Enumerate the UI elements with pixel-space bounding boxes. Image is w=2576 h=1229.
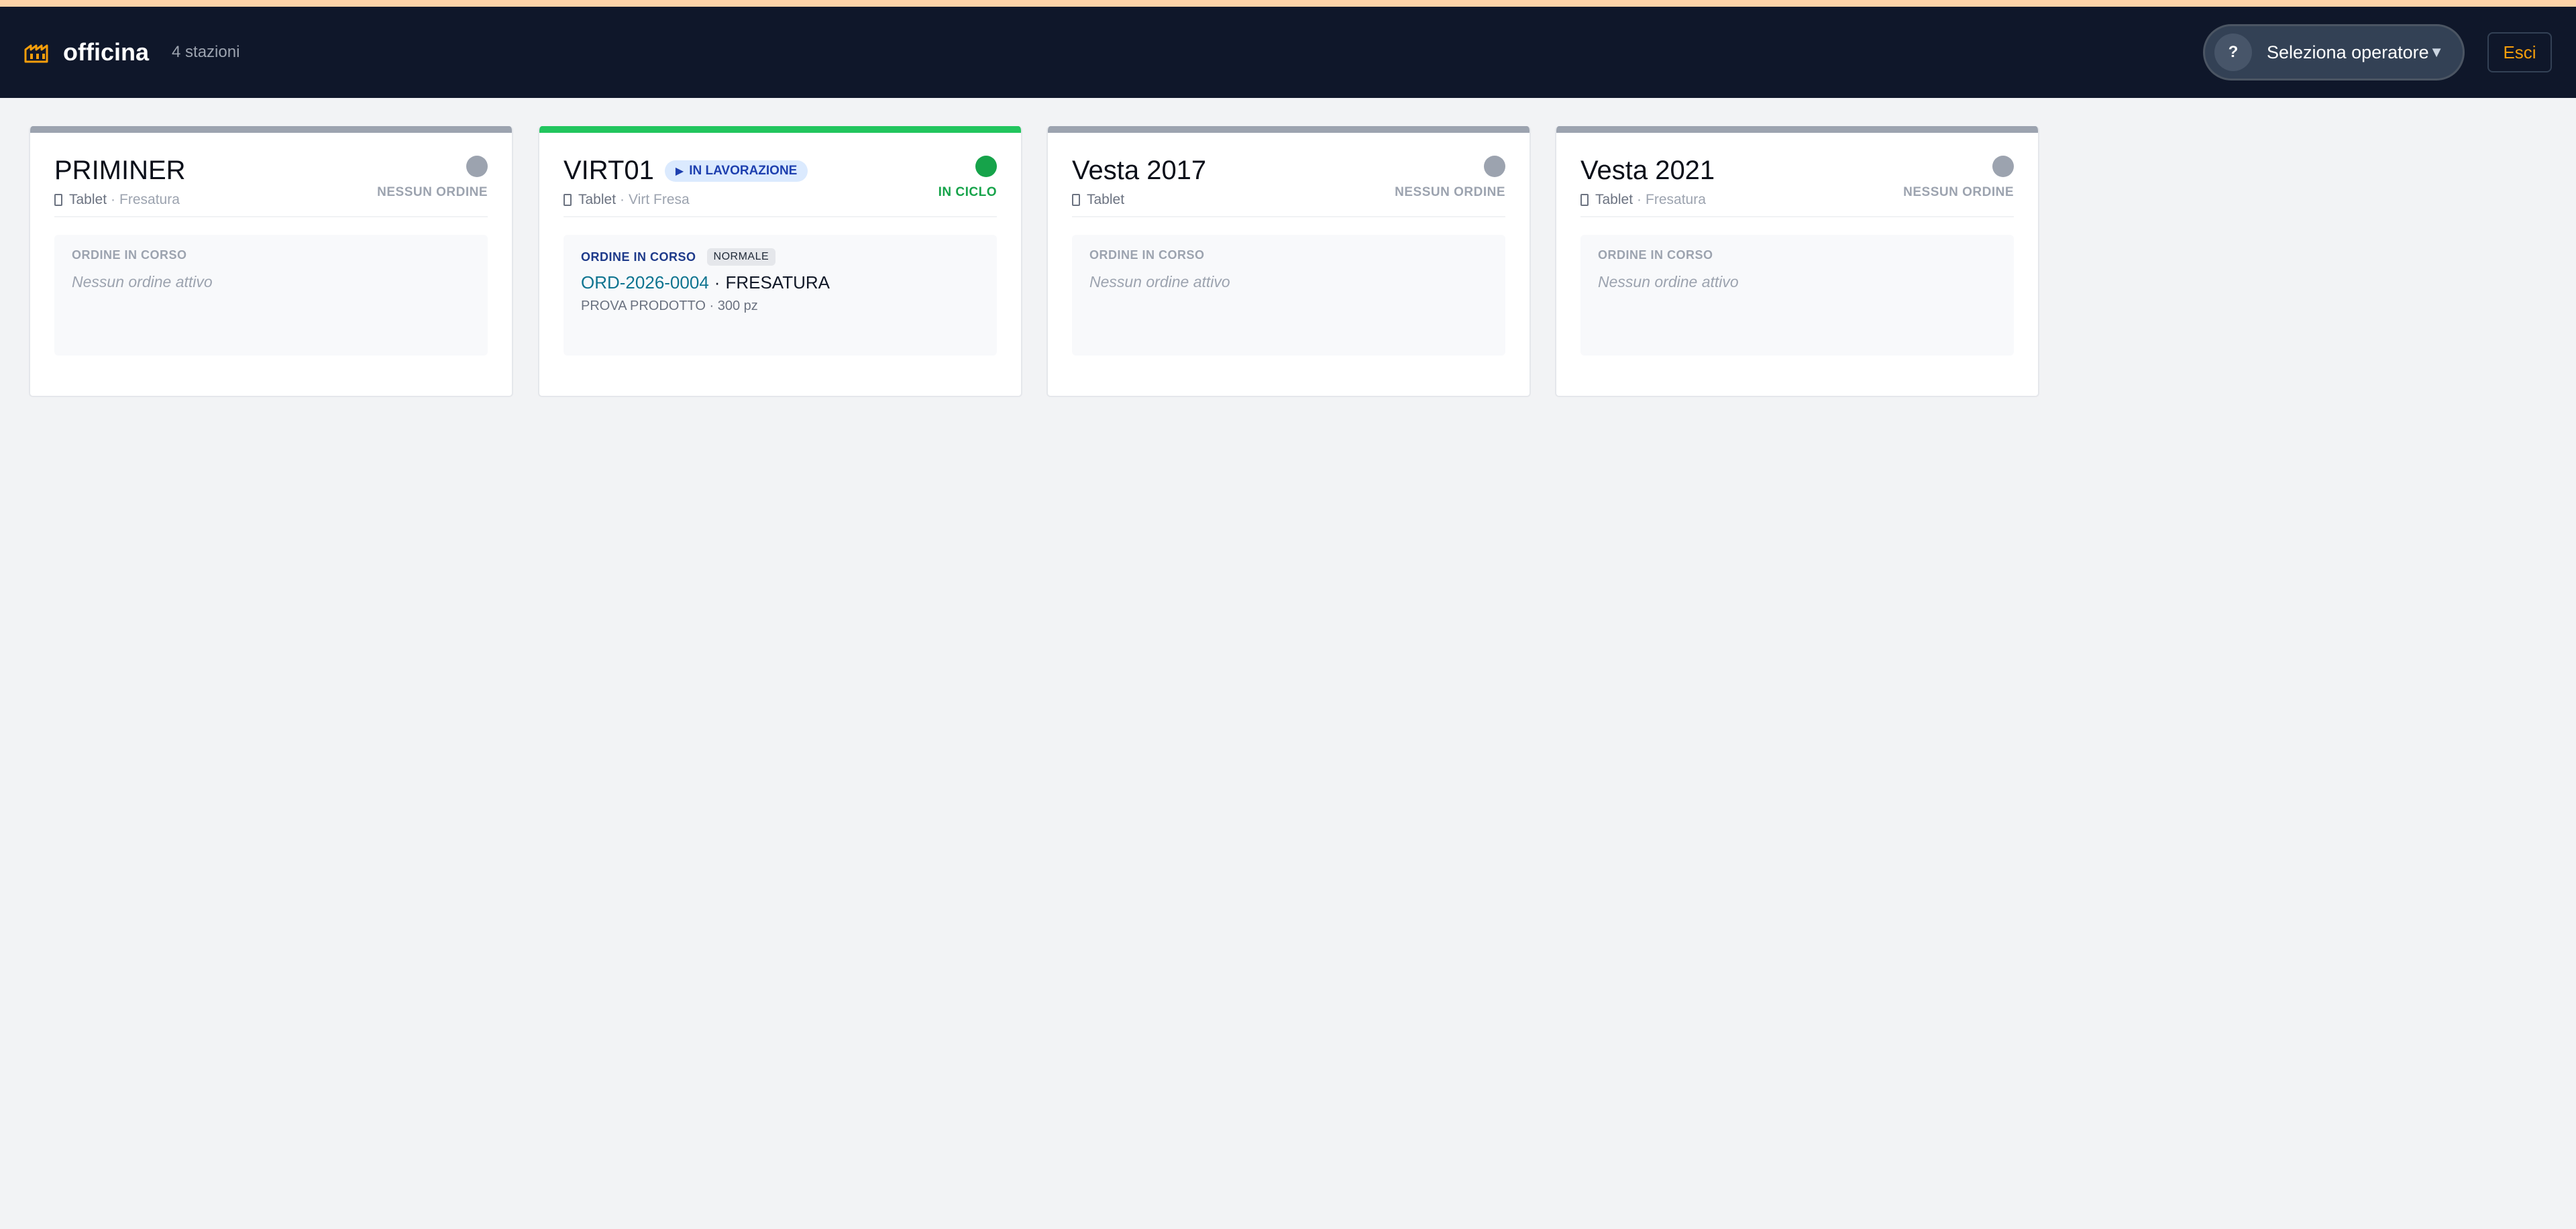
tablet-icon (1580, 194, 1589, 206)
status-dot (1992, 156, 2014, 177)
status-dot (1484, 156, 1505, 177)
current-order-panel[interactable]: ORDINE IN CORSO NORMALE ORD-2026-0004 · … (564, 235, 997, 356)
station-department: Fresatura (1646, 192, 1706, 207)
station-card-priminer[interactable]: PRIMINER Tablet · Fresatura NESSUN ORDIN… (29, 126, 513, 397)
station-device: Tablet (1595, 192, 1633, 207)
play-icon: ▶ (675, 165, 684, 177)
station-name: VIRT01 (564, 156, 654, 185)
operator-select-label: Seleziona operatore (2267, 42, 2429, 62)
order-product: PROVA PRODOTTO · 300 pz (581, 299, 758, 313)
station-subtitle: Tablet · Fresatura (54, 192, 180, 208)
station-status: NESSUN ORDINE (1903, 185, 2014, 199)
station-status: NESSUN ORDINE (1395, 185, 1505, 199)
station-status-bar (1048, 126, 1529, 133)
order-caption: ORDINE IN CORSO (72, 248, 187, 262)
operator-select[interactable]: ? Seleziona operatore ▼ (2203, 24, 2465, 81)
priority-badge: NORMALE (706, 248, 776, 266)
app-header: officina 4 stazioni ? Seleziona operator… (0, 7, 2576, 98)
chevron-down-icon: ▼ (2429, 44, 2444, 60)
station-name: Vesta 2021 (1580, 156, 1715, 185)
station-device: Tablet (578, 192, 616, 207)
station-card-vesta-2017[interactable]: Vesta 2017 Tablet NESSUN ORDINE ORDINE I… (1046, 126, 1531, 397)
tablet-icon (564, 194, 572, 206)
stations-count: 4 stazioni (172, 43, 240, 61)
current-order-panel: ORDINE IN CORSO Nessun ordine attivo (1580, 235, 2014, 356)
station-status: IN CICLO (938, 185, 997, 199)
status-dot (466, 156, 488, 177)
station-status: NESSUN ORDINE (377, 185, 488, 199)
station-name: Vesta 2017 (1072, 156, 1207, 185)
current-order-panel: ORDINE IN CORSO Nessun ordine attivo (54, 235, 488, 356)
tablet-icon (54, 194, 62, 206)
station-department: Virt Fresa (629, 192, 690, 207)
order-empty-text: Nessun ordine attivo (1089, 273, 1230, 290)
top-accent-stripe (0, 0, 2576, 7)
order-empty-text: Nessun ordine attivo (1598, 273, 1739, 290)
status-dot (975, 156, 997, 177)
station-card-virt01[interactable]: VIRT01 ▶ IN LAVORAZIONE Tablet · Virt Fr… (538, 126, 1022, 397)
exit-button[interactable]: Esci (2487, 32, 2552, 72)
station-card-vesta-2021[interactable]: Vesta 2021 Tablet · Fresatura NESSUN ORD… (1555, 126, 2039, 397)
order-separator: · (714, 272, 720, 292)
station-status-bar (1556, 126, 2038, 133)
station-subtitle: Tablet · Virt Fresa (564, 192, 690, 208)
current-order-panel: ORDINE IN CORSO Nessun ordine attivo (1072, 235, 1505, 356)
order-code[interactable]: ORD-2026-0004 (581, 272, 709, 293)
order-caption: ORDINE IN CORSO (1089, 248, 1205, 262)
operator-avatar: ? (2214, 34, 2252, 71)
station-name: PRIMINER (54, 156, 186, 185)
working-status-badge: ▶ IN LAVORAZIONE (664, 160, 808, 182)
order-caption: ORDINE IN CORSO (1598, 248, 1713, 262)
subtitle-separator: · (111, 192, 116, 207)
order-caption: ORDINE IN CORSO (581, 250, 696, 264)
factory-icon (24, 42, 51, 63)
station-status-bar (539, 126, 1021, 133)
brand-name: officina (63, 38, 150, 66)
order-line: ORD-2026-0004 · FRESATURA (581, 272, 979, 293)
subtitle-separator: · (1637, 192, 1642, 207)
station-device: Tablet (1087, 192, 1125, 207)
station-subtitle: Tablet (1072, 192, 1124, 208)
tablet-icon (1072, 194, 1080, 206)
station-device: Tablet (69, 192, 107, 207)
subtitle-separator: · (620, 192, 625, 207)
station-subtitle: Tablet · Fresatura (1580, 192, 1706, 208)
working-status-label: IN LAVORAZIONE (689, 163, 798, 178)
station-department: Fresatura (119, 192, 180, 207)
station-status-bar (30, 126, 512, 133)
order-phase: FRESATURA (725, 272, 830, 292)
order-empty-text: Nessun ordine attivo (72, 273, 213, 290)
